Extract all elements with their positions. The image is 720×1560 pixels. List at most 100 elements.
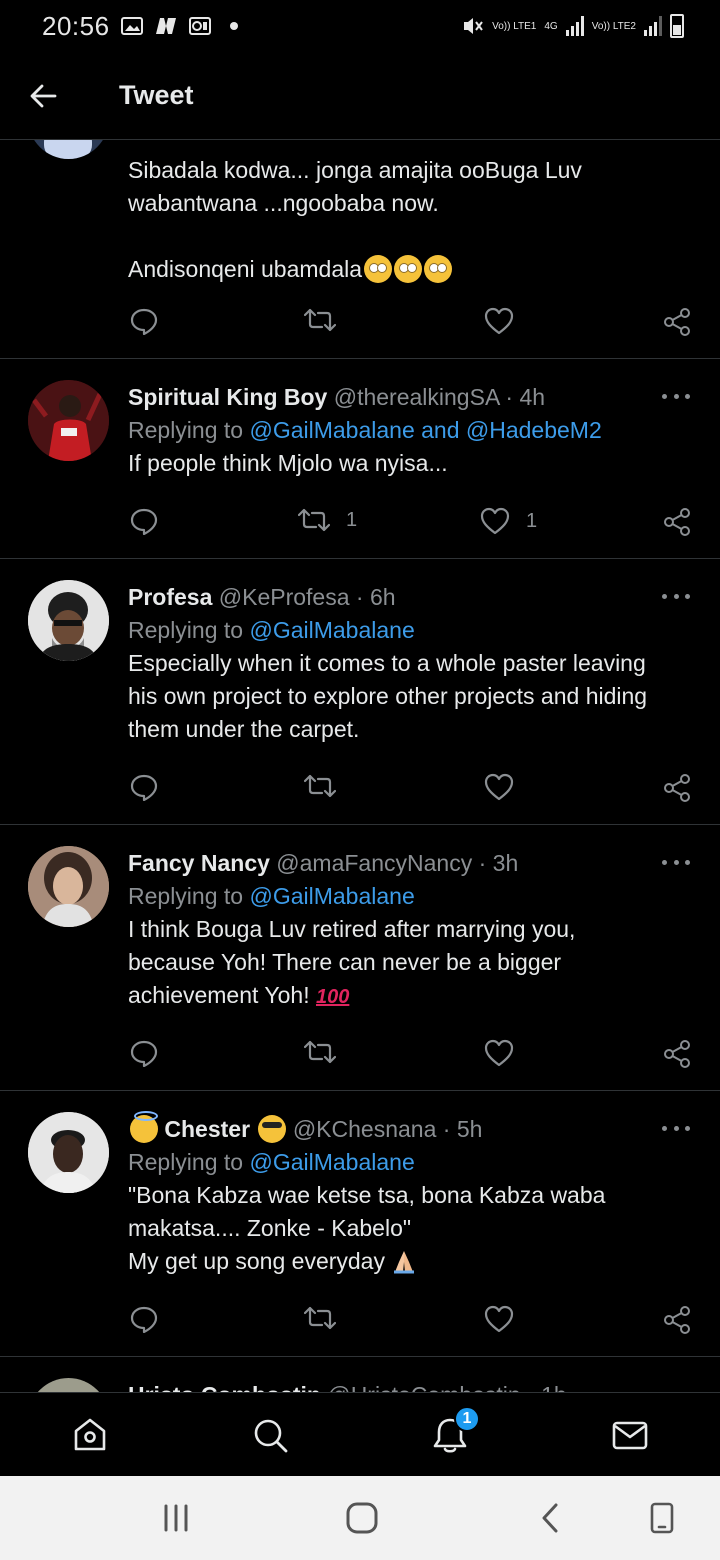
tweet-card[interactable]: Hristo Combostin @HristoCombostin · 1h bbox=[0, 1357, 720, 1392]
tab-notifications[interactable]: 1 bbox=[430, 1406, 480, 1455]
share-button[interactable] bbox=[662, 1039, 692, 1069]
avatar[interactable] bbox=[28, 846, 109, 927]
heart-icon bbox=[480, 507, 510, 535]
author-name[interactable]: Chester bbox=[164, 1116, 250, 1142]
tweet-text: I think Bouga Luv retired after marrying… bbox=[128, 916, 576, 1008]
heart-icon bbox=[484, 773, 514, 801]
reply-button[interactable] bbox=[130, 307, 158, 335]
phone-rotate-icon bbox=[650, 1502, 674, 1534]
recent-apps-icon bbox=[164, 1504, 188, 1532]
retweet-button[interactable] bbox=[304, 307, 352, 333]
heart-icon bbox=[484, 307, 514, 335]
author-handle[interactable]: @KChesnana bbox=[293, 1116, 437, 1142]
mention-link[interactable]: @GailMabalane and @HadebeM2 bbox=[249, 417, 601, 443]
face-with-rolling-eyes-icon bbox=[424, 255, 453, 283]
retweet-count: 1 bbox=[346, 508, 358, 531]
share-icon bbox=[664, 308, 690, 336]
replying-to-line: Replying to @GailMabalane bbox=[128, 1149, 415, 1175]
tweet-meta: Spiritual King Boy @therealkingSA · 4h bbox=[128, 381, 690, 413]
avatar[interactable] bbox=[28, 1112, 109, 1193]
share-button[interactable] bbox=[662, 1305, 692, 1335]
retweet-button[interactable] bbox=[304, 1305, 352, 1331]
smiling-face-with-sunglasses-icon bbox=[258, 1115, 287, 1143]
tab-messages[interactable] bbox=[610, 1415, 650, 1455]
reply-button[interactable] bbox=[130, 1039, 158, 1067]
like-button[interactable]: 1 bbox=[480, 507, 537, 535]
share-icon bbox=[664, 1306, 690, 1334]
radio-notification-icon bbox=[188, 15, 212, 37]
avatar[interactable] bbox=[28, 1378, 109, 1392]
system-navigation-bar bbox=[0, 1476, 720, 1560]
tweet-card[interactable]: Profesa @KeProfesa · 6h Replying to @Gai… bbox=[0, 559, 720, 825]
back-system-button[interactable] bbox=[532, 1500, 568, 1536]
mention-link[interactable]: @GailMabalane bbox=[249, 617, 414, 643]
network-type: 4G bbox=[544, 20, 558, 32]
share-icon bbox=[664, 1040, 690, 1068]
author-handle[interactable]: @therealkingSA bbox=[334, 384, 499, 410]
share-button[interactable] bbox=[662, 307, 692, 337]
status-bar: 20:56 Vo)) LTE1 4G Vo)) LTE2 bbox=[0, 0, 720, 52]
avatar[interactable] bbox=[28, 380, 109, 461]
tweet-card[interactable]: Spiritual King Boy @therealkingSA · 4h R… bbox=[0, 359, 720, 559]
top-app-bar: Tweet bbox=[0, 52, 720, 140]
replying-to-line: Replying to @GailMabalane bbox=[128, 883, 415, 909]
retweet-button[interactable] bbox=[304, 1039, 352, 1065]
gallery-notification-icon bbox=[120, 15, 144, 37]
folded-hands-icon bbox=[394, 1251, 415, 1274]
retweet-icon bbox=[298, 508, 330, 532]
tab-search[interactable] bbox=[250, 1415, 290, 1455]
author-name[interactable]: Spiritual King Boy bbox=[128, 384, 327, 410]
tweet-meta: Profesa @KeProfesa · 6h bbox=[128, 581, 690, 613]
avatar[interactable] bbox=[28, 140, 109, 159]
reply-icon bbox=[130, 774, 158, 801]
author-handle[interactable]: @KeProfesa bbox=[219, 584, 350, 610]
share-button[interactable] bbox=[662, 773, 692, 803]
tweet-text: Especially when it comes to a whole past… bbox=[128, 650, 648, 742]
heart-icon bbox=[484, 1305, 514, 1333]
retweet-button[interactable] bbox=[304, 773, 352, 799]
news-notification-icon bbox=[154, 15, 178, 37]
like-button[interactable] bbox=[484, 773, 530, 801]
tweet-meta: Hristo Combostin @HristoCombostin · 1h bbox=[128, 1379, 690, 1392]
back-button[interactable] bbox=[0, 82, 86, 110]
like-button[interactable] bbox=[484, 307, 530, 335]
home-system-button[interactable] bbox=[342, 1500, 382, 1536]
retweet-icon bbox=[304, 774, 336, 798]
reply-button[interactable] bbox=[130, 1305, 158, 1333]
reply-feed[interactable]: Sibadala kodwa... jonga amajita ooBuga L… bbox=[0, 140, 720, 1392]
like-button[interactable] bbox=[484, 1305, 530, 1333]
mention-link[interactable]: @GailMabalane bbox=[249, 1149, 414, 1175]
retweet-button[interactable]: 1 bbox=[298, 507, 357, 533]
avatar[interactable] bbox=[28, 580, 109, 661]
reply-button[interactable] bbox=[130, 773, 158, 801]
tweet-time: · 4h bbox=[505, 384, 546, 410]
like-button[interactable] bbox=[484, 1039, 530, 1067]
heart-icon bbox=[484, 1039, 514, 1067]
mention-link[interactable]: @GailMabalane bbox=[249, 883, 414, 909]
tweet-text: If people think Mjolo wa nyisa... bbox=[128, 450, 448, 476]
author-name[interactable]: Profesa bbox=[128, 584, 212, 610]
tweet-card[interactable]: Sibadala kodwa... jonga amajita ooBuga L… bbox=[0, 140, 720, 359]
author-handle[interactable]: @HristoCombostin · 1h bbox=[327, 1382, 566, 1392]
sim2-label: Vo)) LTE2 bbox=[591, 20, 636, 32]
reply-icon bbox=[130, 308, 158, 335]
retweet-icon bbox=[304, 1306, 336, 1330]
notification-count-badge: 1 bbox=[454, 1406, 480, 1432]
recent-apps-button[interactable] bbox=[158, 1500, 194, 1536]
author-name[interactable]: Fancy Nancy bbox=[128, 850, 270, 876]
like-count: 1 bbox=[526, 509, 538, 532]
tab-home[interactable] bbox=[70, 1415, 110, 1455]
keyboard-toggle-button[interactable] bbox=[644, 1500, 680, 1536]
author-handle[interactable]: @amaFancyNancy bbox=[276, 850, 472, 876]
signal-icon bbox=[565, 16, 584, 36]
tweet-text: Sibadala kodwa... jonga amajita ooBuga L… bbox=[128, 157, 582, 283]
clock: 20:56 bbox=[42, 10, 110, 41]
tweet-card[interactable]: Fancy Nancy @amaFancyNancy · 3h Replying… bbox=[0, 825, 720, 1091]
retweet-icon bbox=[304, 1040, 336, 1064]
author-name[interactable]: Hristo Combostin bbox=[128, 1382, 321, 1392]
replying-to-line: Replying to @GailMabalane bbox=[128, 617, 415, 643]
reply-button[interactable] bbox=[130, 507, 158, 535]
search-icon bbox=[254, 1419, 288, 1453]
share-button[interactable] bbox=[662, 507, 692, 537]
tweet-card[interactable]: Chester @KChesnana · 5h Replying to @Gai… bbox=[0, 1091, 720, 1357]
